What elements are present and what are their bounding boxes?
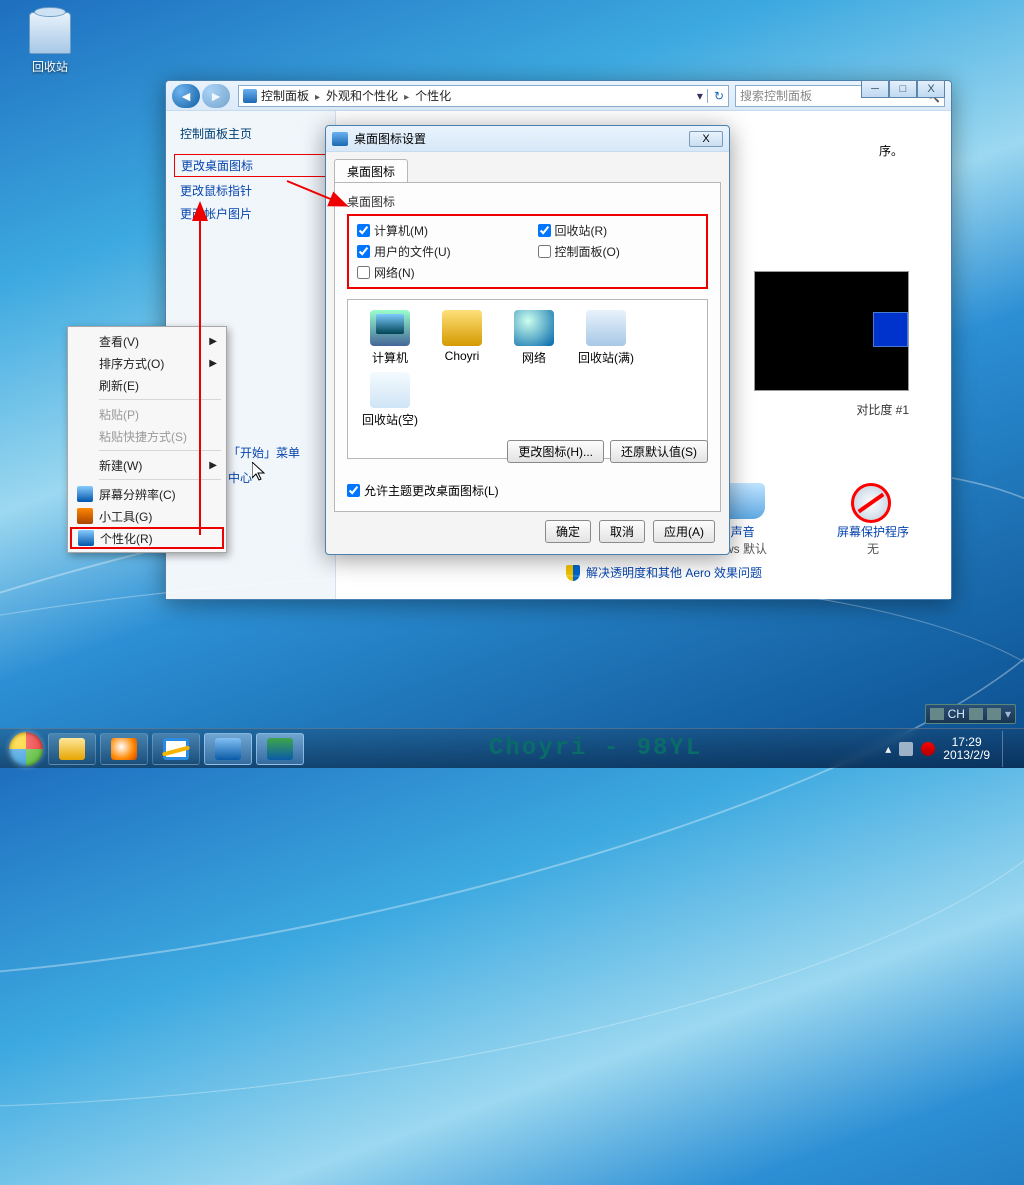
minimize-button[interactable]: ─: [861, 80, 889, 98]
taskbar-internet-explorer[interactable]: [152, 733, 200, 765]
theme-preview-high-contrast[interactable]: [754, 271, 909, 391]
sidebar-title: 控制面板主页: [166, 125, 335, 152]
nav-back-button[interactable]: ◄: [172, 84, 200, 108]
tab-desktop-icons[interactable]: 桌面图标: [334, 159, 408, 183]
address-bar[interactable]: 控制面板 外观和个性化 个性化 ▾ ↻: [238, 85, 729, 107]
media-player-icon: [111, 738, 137, 760]
breadcrumb[interactable]: 外观和个性化: [326, 87, 398, 104]
control-panel-icon: [243, 89, 257, 103]
recycle-bin-icon: [29, 12, 71, 54]
icon-computer[interactable]: 计算机: [354, 310, 426, 366]
aero-troubleshoot-link[interactable]: 解决透明度和其他 Aero 效果问题: [566, 564, 762, 581]
breadcrumb[interactable]: 控制面板: [261, 87, 309, 104]
maximize-button[interactable]: □: [889, 80, 917, 98]
dialog-close-button[interactable]: X: [689, 131, 723, 147]
personalize-icon: [78, 530, 94, 546]
cancel-button[interactable]: 取消: [599, 520, 645, 543]
checkbox-users-files[interactable]: 用户的文件(U): [357, 243, 518, 260]
menu-item-new[interactable]: 新建(W)▶: [71, 454, 223, 476]
icon-recycle-bin-full[interactable]: 回收站(满): [570, 310, 642, 366]
breadcrumb[interactable]: 个性化: [415, 87, 451, 104]
icon-network[interactable]: 网络: [498, 310, 570, 366]
screensaver-value: 无: [837, 540, 909, 557]
taskbar: Choyri - 98YL ▴ 17:29 2013/2/9: [0, 728, 1024, 768]
dialog-title: 桌面图标设置: [354, 130, 426, 147]
screen-resolution-icon: [77, 486, 93, 502]
sidebar-item-change-mouse-pointers[interactable]: 更改鼠标指针: [166, 179, 335, 202]
sidebar-item-change-account-picture[interactable]: 更改帐户图片: [166, 202, 335, 225]
search-placeholder: 搜索控制面板: [740, 87, 812, 104]
taskbar-control-panel[interactable]: [204, 733, 252, 765]
checkbox-network[interactable]: 网络(N): [357, 264, 518, 281]
restore-defaults-button[interactable]: 还原默认值(S): [610, 440, 708, 463]
tray-volume-muted-icon[interactable]: [921, 742, 935, 756]
menu-item-screen-resolution[interactable]: 屏幕分辨率(C): [71, 483, 223, 505]
icon-preview-pane: 计算机 Choyri 网络 回收站(满) 回收站(空): [347, 299, 708, 459]
theme-label: 对比度 #1: [856, 401, 909, 418]
checkbox-computer[interactable]: 计算机(M): [357, 222, 518, 239]
ok-button[interactable]: 确定: [545, 520, 591, 543]
checkbox-recycle-bin[interactable]: 回收站(R): [538, 222, 699, 239]
ime-option-icon: [987, 708, 1001, 720]
tray-action-center-icon[interactable]: [899, 742, 913, 756]
language-label: CH: [948, 707, 965, 721]
control-panel-icon: [215, 738, 241, 760]
allow-themes-checkbox[interactable]: 允许主题更改桌面图标(L): [347, 482, 499, 499]
change-icon-button[interactable]: 更改图标(H)...: [507, 440, 604, 463]
show-desktop-button[interactable]: [1002, 731, 1012, 767]
refresh-icon[interactable]: ↻: [707, 89, 724, 103]
menu-item-paste: 粘贴(P): [71, 403, 223, 425]
menu-item-personalize[interactable]: 个性化(R): [70, 527, 224, 549]
keyboard-icon: [930, 708, 944, 720]
watermark-text: Choyri - 98YL: [306, 734, 885, 764]
taskbar-explorer[interactable]: [48, 733, 96, 765]
start-button[interactable]: [6, 729, 46, 769]
desktop-icon-settings-dialog: 桌面图标设置 X 桌面图标 桌面图标 计算机(M) 回收站(R) 用户的文件(U…: [325, 125, 730, 555]
explorer-toolbar: ◄ ► 控制面板 外观和个性化 个性化 ▾ ↻ 搜索控制面板 🔍: [166, 81, 951, 111]
mouse-cursor: [252, 462, 266, 482]
desktop-icons-checkbox-group: 计算机(M) 回收站(R) 用户的文件(U) 控制面板(O) 网络(N): [347, 214, 708, 289]
taskbar-clock[interactable]: 17:29 2013/2/9: [943, 736, 990, 762]
screensaver-tile[interactable]: 屏幕保护程序 无: [837, 483, 909, 557]
apply-button[interactable]: 应用(A): [653, 520, 715, 543]
no-screensaver-icon: [851, 483, 891, 523]
dialog-icon: [332, 132, 348, 146]
desktop-settings-icon: [267, 738, 293, 760]
taskbar-desktop-icon-settings[interactable]: [256, 733, 304, 765]
desktop-context-menu: 查看(V)▶ 排序方式(O)▶ 刷新(E) 粘贴(P) 粘贴快捷方式(S) 新建…: [67, 326, 227, 553]
ie-icon: [163, 738, 189, 760]
menu-item-view[interactable]: 查看(V)▶: [71, 330, 223, 352]
desktop-recycle-bin[interactable]: 回收站: [20, 12, 80, 75]
menu-item-sort[interactable]: 排序方式(O)▶: [71, 352, 223, 374]
icon-recycle-bin-empty[interactable]: 回收站(空): [354, 372, 426, 428]
uac-shield-icon: [566, 565, 580, 581]
gadgets-icon: [77, 508, 93, 524]
taskbar-media-player[interactable]: [100, 733, 148, 765]
nav-forward-button[interactable]: ►: [202, 84, 230, 108]
group-label: 桌面图标: [347, 193, 708, 210]
checkbox-control-panel[interactable]: 控制面板(O): [538, 243, 699, 260]
system-tray: ▴ 17:29 2013/2/9: [885, 731, 1018, 767]
menu-item-refresh[interactable]: 刷新(E): [71, 374, 223, 396]
recycle-bin-label: 回收站: [20, 58, 80, 75]
close-button[interactable]: X: [917, 80, 945, 98]
sidebar-item-change-desktop-icons[interactable]: 更改桌面图标: [174, 154, 327, 177]
text-fragment: 序。: [879, 142, 903, 159]
explorer-icon: [59, 738, 85, 760]
screensaver-label: 屏幕保护程序: [837, 523, 909, 540]
language-bar[interactable]: CH ▾: [925, 704, 1016, 724]
window-controls: ─ □ X ?: [861, 80, 945, 98]
menu-item-gadgets[interactable]: 小工具(G): [71, 505, 223, 527]
windows-orb-icon: [9, 732, 43, 766]
tray-expand-button[interactable]: ▴: [885, 742, 891, 756]
ime-icon: [969, 708, 983, 720]
menu-item-paste-shortcut: 粘贴快捷方式(S): [71, 425, 223, 447]
icon-user-folder[interactable]: Choyri: [426, 310, 498, 366]
